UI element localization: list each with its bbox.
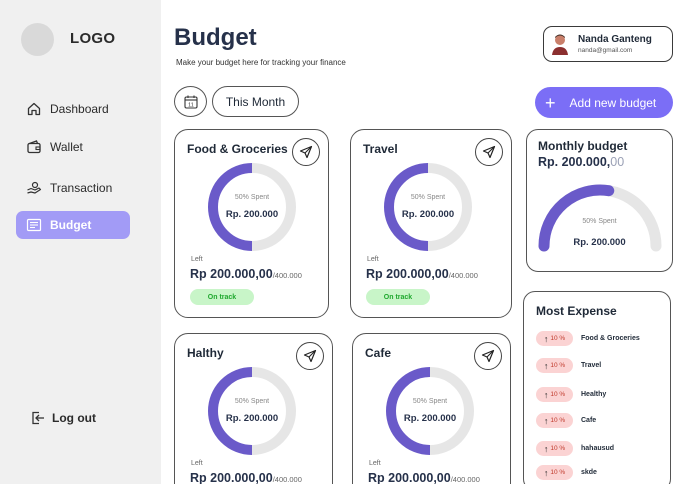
spent-label: 50% Spent xyxy=(234,398,270,405)
expense-label: Food & Groceries xyxy=(581,335,640,342)
logo-text: LOGO xyxy=(70,30,116,47)
budget-icon xyxy=(26,218,42,232)
card-title: Cafe xyxy=(365,346,392,360)
monthly-budget-card: Monthly budget Rp. 200.000,00 50% Spent … xyxy=(526,129,673,272)
spent-amount: Rp. 200.000 xyxy=(401,209,455,220)
left-label: Left xyxy=(191,256,203,263)
arrow-up-icon: ↑ xyxy=(543,333,549,344)
sidebar-item-dashboard[interactable]: Dashboard xyxy=(16,95,130,123)
monthly-amount: Rp. 200.000,00 xyxy=(538,155,625,169)
send-icon xyxy=(482,145,496,159)
arrow-up-icon: ↑ xyxy=(543,360,549,371)
expense-label: hahausud xyxy=(581,445,615,452)
profile-card[interactable]: Nanda Ganteng nanda@gmail.com xyxy=(543,26,673,62)
expense-label: skde xyxy=(581,469,597,476)
expense-badge: ↑ 10 % xyxy=(536,387,573,402)
period-select[interactable]: This Month xyxy=(212,86,299,117)
page-subtitle: Make your budget here for tracking your … xyxy=(176,58,346,67)
logout-button[interactable]: Log out xyxy=(30,410,96,426)
left-amount: Rp 200.000,00/400.000 xyxy=(190,267,302,281)
gauge-value: Rp. 200.000 xyxy=(573,237,626,248)
expense-item[interactable]: ↑ 10 % hahausud xyxy=(536,441,614,456)
arrow-up-icon: ↑ xyxy=(543,467,549,478)
budget-card[interactable]: Travel 50% Spent Rp. 200.000 Left Rp 200… xyxy=(350,129,512,318)
add-budget-label: Add new budget xyxy=(569,95,657,110)
sidebar-item-budget[interactable]: Budget xyxy=(16,211,130,239)
sidebar-item-label: Budget xyxy=(50,218,92,232)
open-card-button[interactable] xyxy=(296,342,324,370)
expense-item[interactable]: ↑ 10 % Travel xyxy=(536,358,601,373)
send-icon xyxy=(303,349,317,363)
logo-icon xyxy=(21,23,54,56)
spent-amount: Rp. 200.000 xyxy=(225,209,279,220)
spent-label: 50% Spent xyxy=(410,194,446,201)
card-title: Travel xyxy=(363,142,398,156)
profile-email: nanda@gmail.com xyxy=(578,47,633,54)
budget-card[interactable]: Cafe 50% Spent Rp. 200.000 Left Rp 200.0… xyxy=(352,333,511,484)
send-icon xyxy=(299,145,313,159)
calendar-button[interactable]: 11 xyxy=(174,86,207,117)
most-expense-card: Most Expense ↑ 10 % Food & Groceries ↑ 10 … xyxy=(523,291,671,484)
expense-item[interactable]: ↑ 10 % Cafe xyxy=(536,413,596,428)
left-label: Left xyxy=(367,256,379,263)
logout-icon xyxy=(32,411,44,425)
card-title: Food & Groceries xyxy=(187,142,288,156)
sidebar: LOGO Dashboard Wallet Transaction Budget… xyxy=(0,0,161,484)
sidebar-item-wallet[interactable]: Wallet xyxy=(16,133,130,161)
open-card-button[interactable] xyxy=(474,342,502,370)
sidebar-item-transaction[interactable]: Transaction xyxy=(16,174,130,202)
left-total: /400.000 xyxy=(272,475,302,484)
budget-card[interactable]: Food & Groceries 50% Spent Rp. 200.000 L… xyxy=(174,129,329,318)
expense-badge: ↑ 10 % xyxy=(536,465,573,480)
expense-badge: ↑ 10 % xyxy=(536,331,573,346)
left-label: Left xyxy=(191,460,203,467)
expense-label: Travel xyxy=(581,362,602,369)
spent-label: 50% Spent xyxy=(234,194,270,201)
sidebar-item-label: Transaction xyxy=(50,181,113,195)
send-icon xyxy=(481,349,495,363)
add-budget-button[interactable]: + Add new budget xyxy=(535,87,673,118)
left-label: Left xyxy=(369,460,381,467)
status-badge: On track xyxy=(366,289,430,305)
logout-label: Log out xyxy=(52,411,96,425)
expense-badge: ↑ 10 % xyxy=(536,441,573,456)
open-card-button[interactable] xyxy=(475,138,503,166)
status-badge: On track xyxy=(190,289,254,305)
calendar-icon: 11 xyxy=(183,95,198,109)
left-amount: Rp 200.000,00/400.000 xyxy=(366,267,478,281)
card-title: Halthy xyxy=(187,346,224,360)
calendar-day: 11 xyxy=(188,102,194,108)
left-amount: Rp 200.000,00/400.000 xyxy=(368,471,480,484)
expense-label: Healthy xyxy=(581,391,607,398)
monthly-title: Monthly budget xyxy=(538,139,628,153)
expense-badge: ↑ 10 % xyxy=(536,413,573,428)
expense-item[interactable]: ↑ 10 % skde xyxy=(536,465,597,480)
profile-name: Nanda Ganteng xyxy=(578,34,652,45)
left-total: /400.000 xyxy=(272,271,302,280)
arrow-up-icon: ↑ xyxy=(543,389,549,400)
expense-label: Cafe xyxy=(581,417,597,424)
expense-badge: ↑ 10 % xyxy=(536,358,573,373)
left-amount: Rp 200.000,00/400.000 xyxy=(190,471,302,484)
left-total: /400.000 xyxy=(448,271,478,280)
avatar xyxy=(552,34,568,55)
sidebar-item-label: Dashboard xyxy=(50,102,109,116)
expense-item[interactable]: ↑ 10 % Food & Groceries xyxy=(536,331,640,346)
wallet-icon xyxy=(27,140,41,154)
sidebar-item-label: Wallet xyxy=(50,140,83,154)
expense-title: Most Expense xyxy=(536,304,617,318)
arrow-up-icon: ↑ xyxy=(543,415,549,426)
budget-card[interactable]: Halthy 50% Spent Rp. 200.000 Left Rp 200… xyxy=(174,333,333,484)
page-title: Budget xyxy=(174,24,257,51)
home-icon xyxy=(27,102,41,116)
plus-icon: + xyxy=(545,92,556,113)
gauge-spent-label: 50% Spent xyxy=(582,218,617,225)
left-total: /400.000 xyxy=(450,475,480,484)
hand-coin-icon xyxy=(27,181,42,194)
spent-label: 50% Spent xyxy=(412,398,448,405)
expense-item[interactable]: ↑ 10 % Healthy xyxy=(536,387,606,402)
spent-amount: Rp. 200.000 xyxy=(225,413,279,424)
arrow-up-icon: ↑ xyxy=(543,443,549,454)
spent-amount: Rp. 200.000 xyxy=(403,413,457,424)
